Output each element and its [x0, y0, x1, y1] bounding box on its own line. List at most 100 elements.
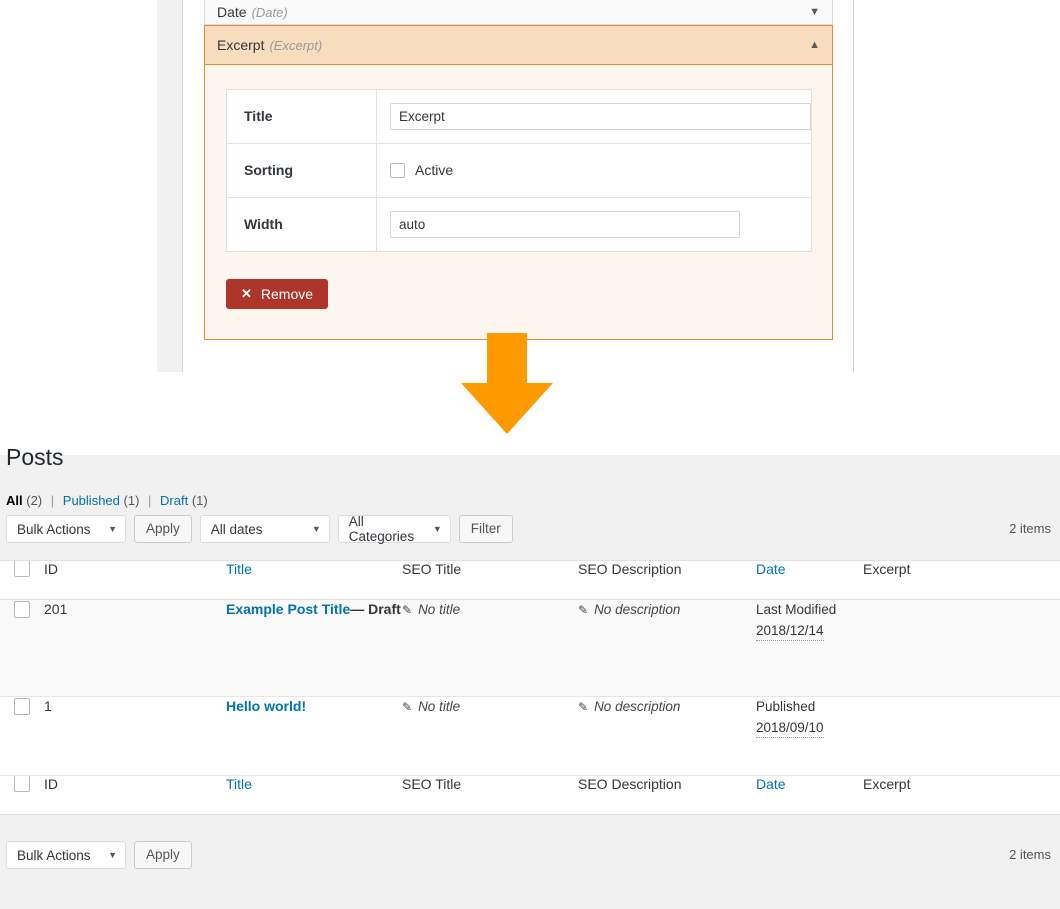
bulk-actions-select-bottom[interactable]: Bulk Actions ▼ — [6, 841, 126, 869]
pencil-icon: ✎ — [578, 700, 589, 714]
bulk-actions-select-top[interactable]: Bulk Actions ▼ — [6, 515, 126, 543]
row-id: 1 — [44, 698, 52, 714]
post-status-filters: All (2) | Published (1) | Draft (1) — [6, 493, 208, 508]
filter-draft-link[interactable]: Draft — [160, 493, 188, 508]
pencil-icon: ✎ — [578, 603, 589, 617]
seo-title-empty-label: No title — [418, 602, 461, 617]
select-all-header[interactable] — [0, 560, 44, 600]
posts-table-header: ID Title SEO Title SEO Description Date … — [0, 560, 1060, 600]
chevron-down-icon: ▼ — [108, 850, 117, 860]
settings-label-title: Title — [226, 89, 377, 144]
filter-separator-1: | — [50, 493, 55, 508]
row-date-cell: Last Modified 2018/12/14 — [756, 600, 863, 697]
column-header-id: ID — [44, 561, 58, 577]
pencil-icon: ✎ — [402, 603, 413, 617]
row-select-cell[interactable] — [0, 600, 44, 697]
settings-label-sorting: Sorting — [226, 143, 377, 198]
table-header-row: ID Title SEO Title SEO Description Date … — [0, 560, 1060, 600]
row-title-cell: Example Post Title— Draft — [226, 600, 402, 697]
date-filter-value: All dates — [210, 521, 263, 537]
filter-button[interactable]: Filter — [458, 515, 513, 543]
column-header-title[interactable]: Title — [226, 561, 402, 600]
posts-table-body: 201 Example Post Title— Draft ✎ No title… — [0, 599, 1060, 776]
post-title-link[interactable]: Hello world! — [226, 698, 306, 714]
date-filter-select[interactable]: All dates ▼ — [199, 515, 330, 543]
chevron-up-icon[interactable]: ▲ — [809, 39, 820, 51]
pencil-icon: ✎ — [402, 700, 413, 714]
select-all-checkbox-bottom[interactable] — [14, 775, 30, 792]
column-footer-date[interactable]: Date — [756, 776, 863, 815]
row-seo-description-cell: ✎ No description — [578, 697, 756, 776]
row-seo-title-cell: ✎ No title — [402, 600, 578, 697]
column-header-seo-description: SEO Description — [578, 561, 682, 577]
column-header-excerpt: Excerpt — [863, 561, 911, 577]
accordion-panel: Date (Date) ▼ Excerpt (Excerpt) ▲ Title … — [204, 0, 833, 340]
date-value: 2018/12/14 — [756, 621, 824, 641]
remove-button[interactable]: ✕ Remove — [226, 279, 329, 309]
category-filter-value: All Categories — [348, 514, 415, 544]
filter-all-count: (2) — [26, 493, 43, 508]
posts-list-section: Posts All (2) | Published (1) | Draft (1… — [0, 444, 1060, 909]
bulk-actions-value-top: Bulk Actions — [17, 521, 91, 537]
filter-published-link[interactable]: Published — [63, 493, 120, 508]
column-footer-excerpt: Excerpt — [863, 776, 911, 792]
chevron-down-icon: ▼ — [432, 524, 442, 534]
posts-table-footer: ID Title SEO Title SEO Description Date … — [0, 775, 1060, 815]
filter-draft-count: (1) — [191, 493, 208, 508]
left-gutter — [157, 0, 183, 372]
column-header-seo-title: SEO Title — [402, 561, 462, 577]
close-icon: ✕ — [241, 286, 252, 301]
settings-row-width: Width — [226, 197, 812, 252]
date-value: 2018/09/10 — [756, 718, 824, 738]
bulk-actions-value-bottom: Bulk Actions — [17, 847, 91, 863]
items-count-bottom: 2 items — [1009, 847, 1051, 862]
column-header-date[interactable]: Date — [756, 561, 863, 600]
seo-description-empty: ✎ No description — [578, 600, 680, 620]
sorting-active-label: Active — [415, 162, 454, 178]
row-excerpt-cell — [863, 600, 1060, 697]
excerpt-title-input[interactable] — [390, 103, 811, 130]
seo-title-empty: ✎ No title — [402, 697, 460, 717]
post-title-link[interactable]: Example Post Title — [226, 601, 350, 617]
apply-button-bottom[interactable]: Apply — [134, 841, 192, 869]
accordion-row-date[interactable]: Date (Date) ▼ — [204, 0, 833, 25]
row-select-cell[interactable] — [0, 697, 44, 776]
filter-all-link[interactable]: All — [6, 493, 23, 508]
settings-section: Date (Date) ▼ Excerpt (Excerpt) ▲ Title … — [0, 0, 1060, 455]
tablenav-bottom: Bulk Actions ▼ Apply 2 items — [0, 841, 1060, 873]
apply-button-top[interactable]: Apply — [134, 515, 192, 543]
filter-separator-2: | — [148, 493, 152, 508]
excerpt-width-input[interactable] — [390, 211, 740, 238]
filter-published-count: (1) — [123, 493, 140, 508]
date-status: Last Modified — [756, 602, 837, 617]
accordion-excerpt-title: Excerpt — [217, 37, 265, 53]
column-footer-title[interactable]: Title — [226, 776, 402, 815]
seo-title-empty-label: No title — [418, 699, 461, 714]
date-status: Published — [756, 699, 816, 714]
row-date-cell: Published 2018/09/10 — [756, 697, 863, 776]
chevron-down-icon: ▼ — [311, 524, 321, 534]
sorting-checkbox-wrap[interactable]: Active — [390, 161, 811, 180]
settings-label-width: Width — [226, 197, 377, 252]
column-footer-seo-description: SEO Description — [578, 776, 682, 792]
page-title: Posts — [6, 444, 64, 470]
category-filter-select[interactable]: All Categories ▼ — [337, 514, 451, 544]
table-footer-row: ID Title SEO Title SEO Description Date … — [0, 775, 1060, 815]
select-all-checkbox-top[interactable] — [14, 560, 30, 577]
accordion-row-excerpt[interactable]: Excerpt (Excerpt) ▲ — [204, 25, 833, 65]
down-arrow-icon — [461, 333, 553, 434]
seo-description-empty-label: No description — [594, 699, 681, 714]
column-footer-id: ID — [44, 776, 58, 792]
chevron-down-icon[interactable]: ▼ — [809, 6, 820, 18]
table-row: 1 Hello world! ✎ No title ✎ No descripti… — [0, 697, 1060, 776]
select-all-footer[interactable] — [0, 775, 44, 815]
chevron-down-icon: ▼ — [108, 524, 117, 534]
post-state-label: Draft — [368, 601, 401, 617]
row-id: 201 — [44, 601, 68, 617]
row-checkbox[interactable] — [14, 698, 30, 715]
accordion-date-title: Date — [217, 4, 247, 20]
row-seo-title-cell: ✎ No title — [402, 697, 578, 776]
sorting-active-checkbox[interactable] — [390, 163, 405, 178]
row-checkbox[interactable] — [14, 601, 30, 618]
row-title-cell: Hello world! — [226, 697, 402, 776]
